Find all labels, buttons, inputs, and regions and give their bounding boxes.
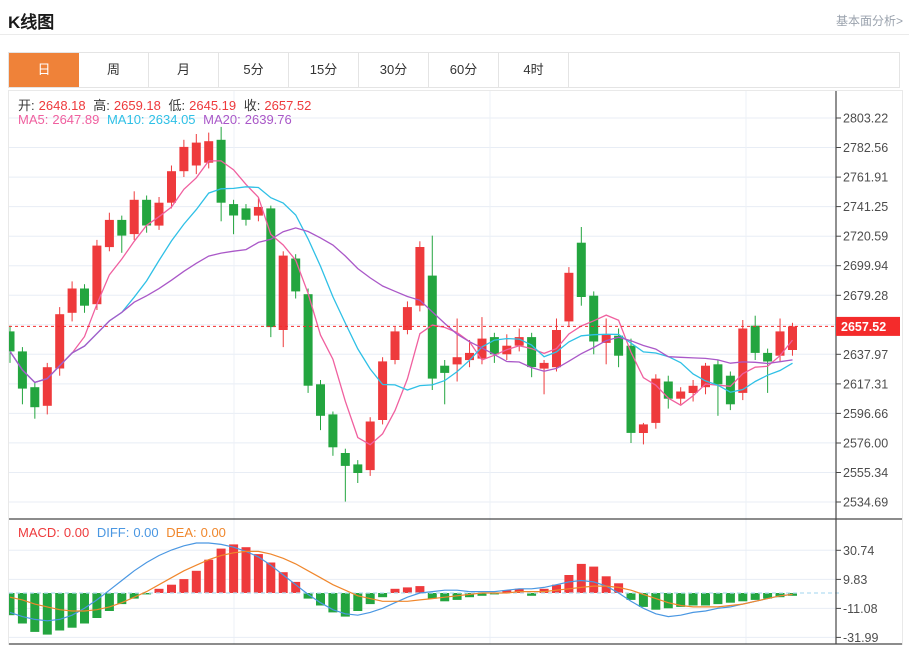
svg-text:2699.94: 2699.94 xyxy=(843,259,888,273)
macd-histogram xyxy=(9,544,797,634)
kline-chart[interactable]: 2803.22 2782.56 2761.91 2741.25 2720.59 2699.… xyxy=(9,91,902,645)
tab-月[interactable]: 月 xyxy=(149,53,219,87)
svg-text:2761.91: 2761.91 xyxy=(843,171,888,185)
svg-text:2576.00: 2576.00 xyxy=(843,437,888,451)
low-value: 2645.19 xyxy=(189,98,236,113)
tab-周[interactable]: 周 xyxy=(79,53,149,87)
svg-text:2741.25: 2741.25 xyxy=(843,200,888,214)
ma10-label: MA10: xyxy=(107,112,145,127)
close-value: 2657.52 xyxy=(264,98,311,113)
open-label: 开: xyxy=(18,98,35,113)
tab-60分[interactable]: 60分 xyxy=(429,53,499,87)
diff-line xyxy=(10,543,793,621)
ma20-label: MA20: xyxy=(203,112,241,127)
close-label: 收: xyxy=(244,98,261,113)
svg-text:30.74: 30.74 xyxy=(843,544,874,558)
svg-text:2534.69: 2534.69 xyxy=(843,496,888,510)
diff-value: 0.00 xyxy=(133,525,158,540)
ma10-value: 2634.05 xyxy=(149,112,196,127)
dea-label: DEA: xyxy=(166,525,196,540)
ma5-value: 2647.89 xyxy=(52,112,99,127)
dea-value: 0.00 xyxy=(201,525,226,540)
gridlines xyxy=(9,91,836,644)
svg-text:2637.97: 2637.97 xyxy=(843,348,888,362)
svg-text:2555.34: 2555.34 xyxy=(843,466,888,480)
dea-line xyxy=(10,551,793,611)
tab-30分[interactable]: 30分 xyxy=(359,53,429,87)
svg-text:2596.66: 2596.66 xyxy=(843,407,888,421)
diff-label: DIFF: xyxy=(97,525,130,540)
price-axis-labels: 2803.22 2782.56 2761.91 2741.25 2720.59 2699.… xyxy=(836,112,888,645)
svg-text:2720.59: 2720.59 xyxy=(843,230,888,244)
svg-text:2657.52: 2657.52 xyxy=(841,320,886,334)
tab-4时[interactable]: 4时 xyxy=(499,53,569,87)
current-price-badge: 2657.52 xyxy=(836,317,900,336)
svg-text:2617.31: 2617.31 xyxy=(843,377,888,391)
ma5-label: MA5: xyxy=(18,112,48,127)
svg-text:2803.22: 2803.22 xyxy=(843,112,888,126)
tab-15分[interactable]: 15分 xyxy=(289,53,359,87)
svg-text:9.83: 9.83 xyxy=(843,573,867,587)
high-label: 高: xyxy=(93,98,110,113)
tab-5分[interactable]: 5分 xyxy=(219,53,289,87)
svg-text:-11.08: -11.08 xyxy=(843,602,878,616)
interval-tab-bar: 日周月5分15分30分60分4时 xyxy=(8,52,900,88)
ma5-line xyxy=(10,161,793,445)
svg-text:2782.56: 2782.56 xyxy=(843,141,888,155)
kline-page: K线图 基本面分析> 日周月5分15分30分60分4时 开: 2648.18 高:… xyxy=(0,0,909,645)
ma10-line xyxy=(10,187,793,392)
chart-box: 开:2648.18 高:2659.18 低:2645.19 收:2657.52 … xyxy=(8,90,903,645)
tab-日[interactable]: 日 xyxy=(9,53,79,87)
macd-label: MACD: xyxy=(18,525,60,540)
page-title: K线图 xyxy=(8,8,54,33)
ma20-value: 2639.76 xyxy=(245,112,292,127)
ma-readout: MA5: 2647.89 MA10: 2634.05 MA20: 2639.76 xyxy=(18,112,296,127)
header: K线图 基本面分析> xyxy=(0,0,909,35)
low-label: 低: xyxy=(169,98,186,113)
candles xyxy=(9,127,797,502)
high-value: 2659.18 xyxy=(114,98,161,113)
svg-text:2679.28: 2679.28 xyxy=(843,289,888,303)
svg-text:-31.99: -31.99 xyxy=(843,631,878,645)
fundamental-analysis-link[interactable]: 基本面分析> xyxy=(836,12,903,29)
open-value: 2648.18 xyxy=(39,98,86,113)
macd-value: 0.00 xyxy=(64,525,89,540)
macd-readout: MACD:0.00 DIFF:0.00 DEA:0.00 xyxy=(18,525,230,540)
